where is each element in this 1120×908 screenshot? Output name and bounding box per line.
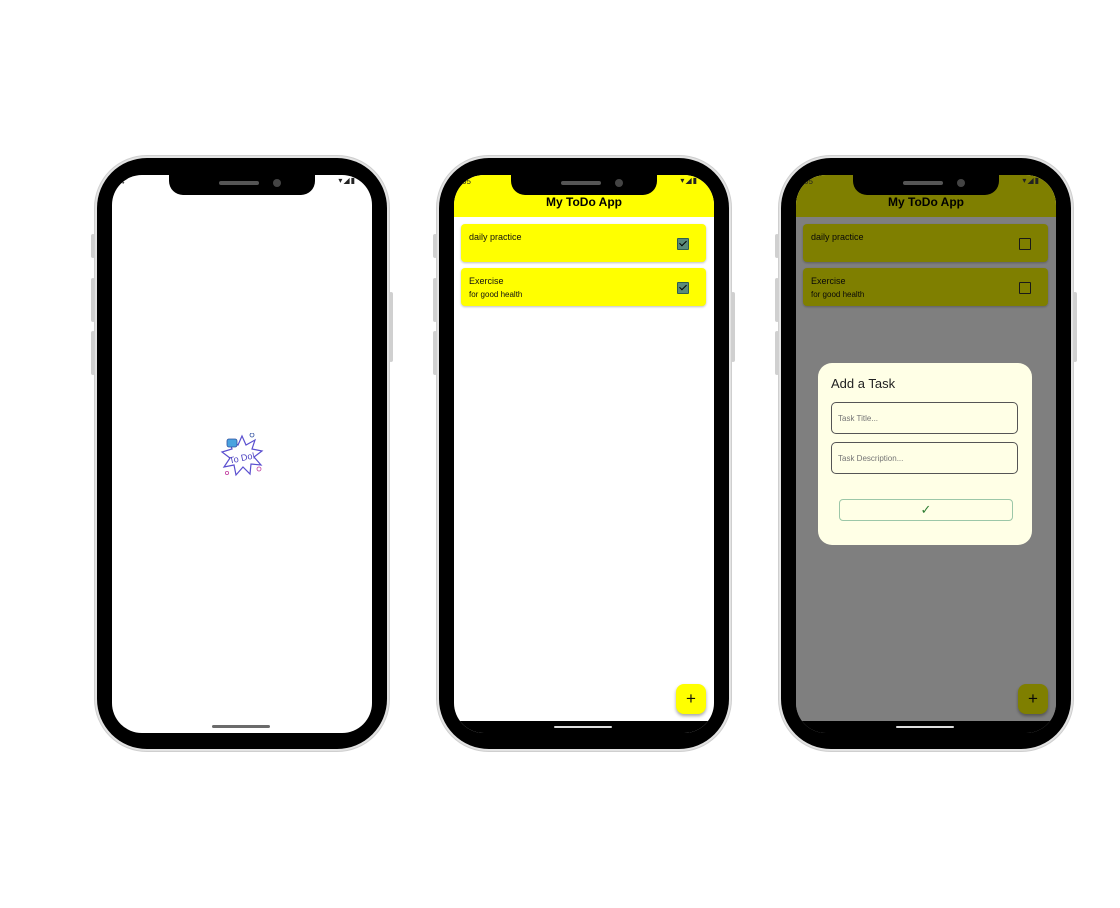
bottom-bar (454, 721, 714, 733)
add-task-button[interactable]: + (676, 684, 706, 714)
volume-up-button (91, 278, 95, 322)
camera (615, 179, 623, 187)
home-indicator (212, 725, 270, 728)
home-indicator (554, 726, 612, 728)
phone-list: My ToDo App 05 ▾◢▮ daily practice Exerci… (433, 158, 735, 749)
power-button (389, 292, 393, 362)
task-card[interactable]: Exercise for good health (461, 268, 706, 306)
check-icon: ✓ (920, 502, 932, 517)
task-checkbox[interactable] (677, 282, 689, 294)
notch (511, 175, 657, 195)
camera (273, 179, 281, 187)
notch (169, 175, 315, 195)
task-checkbox[interactable] (677, 238, 689, 250)
bottom-bar (796, 721, 1056, 733)
status-icons: ▾◢▮ (680, 176, 698, 185)
task-description: for good health (469, 290, 523, 299)
volume-down-button (433, 331, 437, 375)
status-icons: ▾◢▮ (338, 176, 356, 185)
task-card[interactable]: daily practice (461, 224, 706, 262)
power-button (1073, 292, 1077, 362)
phone-dialog: My ToDo App 05 ▾◢▮ daily practice Exerci… (775, 158, 1077, 749)
status-time: 4 (120, 177, 125, 186)
mute-switch (433, 234, 437, 258)
speaker (219, 181, 259, 185)
volume-down-button (775, 331, 779, 375)
power-button (731, 292, 735, 362)
volume-down-button (91, 331, 95, 375)
home-indicator (896, 726, 954, 728)
camera (957, 179, 965, 187)
status-icons: ▾◢▮ (1022, 176, 1040, 185)
task-title-input[interactable] (831, 402, 1018, 434)
dialog-title: Add a Task (831, 376, 896, 391)
logo-text: To Do! (228, 450, 256, 465)
confirm-button[interactable]: ✓ (839, 499, 1013, 521)
mute-switch (91, 234, 95, 258)
status-time: 05 (462, 177, 471, 186)
speaker (903, 181, 943, 185)
notch (853, 175, 999, 195)
add-task-dialog: Add a Task ✓ (818, 363, 1032, 545)
app-title: My ToDo App (546, 195, 622, 209)
dialog-screen: My ToDo App 05 ▾◢▮ daily practice Exerci… (796, 175, 1056, 733)
task-title: Exercise (469, 276, 504, 286)
volume-up-button (433, 278, 437, 322)
volume-up-button (775, 278, 779, 322)
mute-switch (775, 234, 779, 258)
task-title: daily practice (469, 232, 522, 242)
speaker (561, 181, 601, 185)
list-screen: My ToDo App 05 ▾◢▮ daily practice Exerci… (454, 175, 714, 733)
splash-screen: 4 ▾◢▮ To Do! (112, 175, 372, 733)
todo-logo-icon: To Do! (220, 433, 264, 477)
status-time: 05 (804, 177, 813, 186)
phone-splash: 4 ▾◢▮ To Do! (91, 158, 393, 749)
task-description-input[interactable] (831, 442, 1018, 474)
